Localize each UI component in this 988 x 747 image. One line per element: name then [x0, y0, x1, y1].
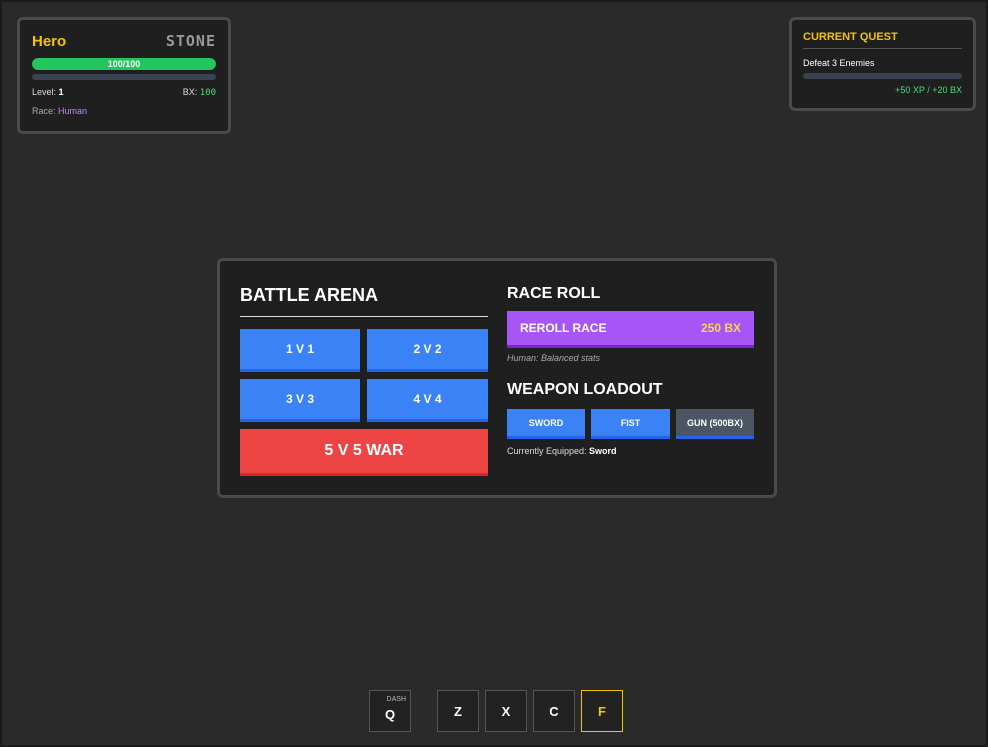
war-5v5-button[interactable]: 5 V 5 WAR [240, 429, 488, 476]
quest-description: Defeat 3 Enemies [803, 58, 875, 68]
bx-value: 100 [199, 88, 216, 98]
quest-panel: CURRENT QUEST Defeat 3 Enemies +50 XP / … [789, 17, 976, 111]
hotbar-key-q[interactable]: DASH Q [369, 690, 411, 732]
level-stat: Level: 1 [32, 87, 64, 98]
weapon-fist-button[interactable]: FIST [591, 409, 670, 439]
equipped-label: Currently Equipped: [507, 446, 590, 456]
equipped-weapon: Currently Equipped: Sword [507, 446, 617, 456]
race-note: Human: Balanced stats [507, 353, 601, 363]
mode-4v4-button[interactable]: 4 V 4 [367, 379, 488, 422]
hotbar-key-x[interactable]: X [485, 690, 527, 732]
rank-badge: STONE [165, 32, 216, 50]
player-header: Hero STONE [32, 32, 216, 50]
reroll-race-label: REROLL RACE [520, 321, 607, 335]
health-bar: 100/100 [32, 58, 216, 70]
dash-label: DASH [386, 696, 406, 703]
hotbar-key-c-label: C [549, 703, 559, 719]
reroll-race-button[interactable]: REROLL RACE 250 BX [507, 311, 754, 348]
race-value: Human [58, 106, 88, 116]
player-stats-row: Level: 1 BX: 100 [32, 87, 216, 98]
main-menu-panel: BATTLE ARENA 1 V 1 2 V 2 3 V 3 4 V 4 5 V… [217, 258, 777, 498]
quest-title: CURRENT QUEST [803, 31, 962, 49]
bx-stat: BX: 100 [183, 87, 216, 98]
xp-bar [32, 74, 216, 80]
hotbar-key-x-label: X [501, 703, 511, 719]
arena-divider [240, 316, 488, 317]
race-label: Race: [32, 106, 59, 116]
race-stat: Race: Human [32, 106, 216, 116]
player-panel: Hero STONE 100/100 Level: 1 BX: 100 Race… [17, 17, 231, 134]
equipped-value: Sword [589, 446, 617, 456]
weapon-loadout-title: WEAPON LOADOUT [507, 381, 663, 398]
bx-label: BX: [182, 87, 200, 97]
quest-progress-bar [803, 73, 962, 79]
battle-arena-title: BATTLE ARENA [240, 285, 378, 305]
quest-reward: +50 XP / +20 BX [895, 85, 962, 95]
health-text: 100/100 [107, 59, 141, 69]
reroll-race-price: 250 BX [700, 321, 741, 335]
mode-1v1-button[interactable]: 1 V 1 [240, 329, 360, 372]
level-label: Level: [32, 87, 59, 97]
hotbar-key-q-label: Q [384, 706, 396, 722]
hotbar-key-c[interactable]: C [533, 690, 575, 732]
mode-2v2-button[interactable]: 2 V 2 [367, 329, 488, 372]
weapon-gun-button[interactable]: GUN (500BX) [676, 409, 754, 439]
level-value: 1 [58, 87, 64, 97]
hotbar-key-f[interactable]: F [581, 690, 623, 732]
hotbar-key-f-label: F [598, 703, 606, 719]
hotbar-key-z[interactable]: Z [437, 690, 479, 732]
hotbar-key-z-label: Z [454, 703, 462, 719]
race-roll-title: RACE ROLL [507, 285, 601, 302]
mode-3v3-button[interactable]: 3 V 3 [240, 379, 360, 422]
player-name: Hero [32, 33, 67, 50]
weapon-sword-button[interactable]: SWORD [507, 409, 585, 439]
